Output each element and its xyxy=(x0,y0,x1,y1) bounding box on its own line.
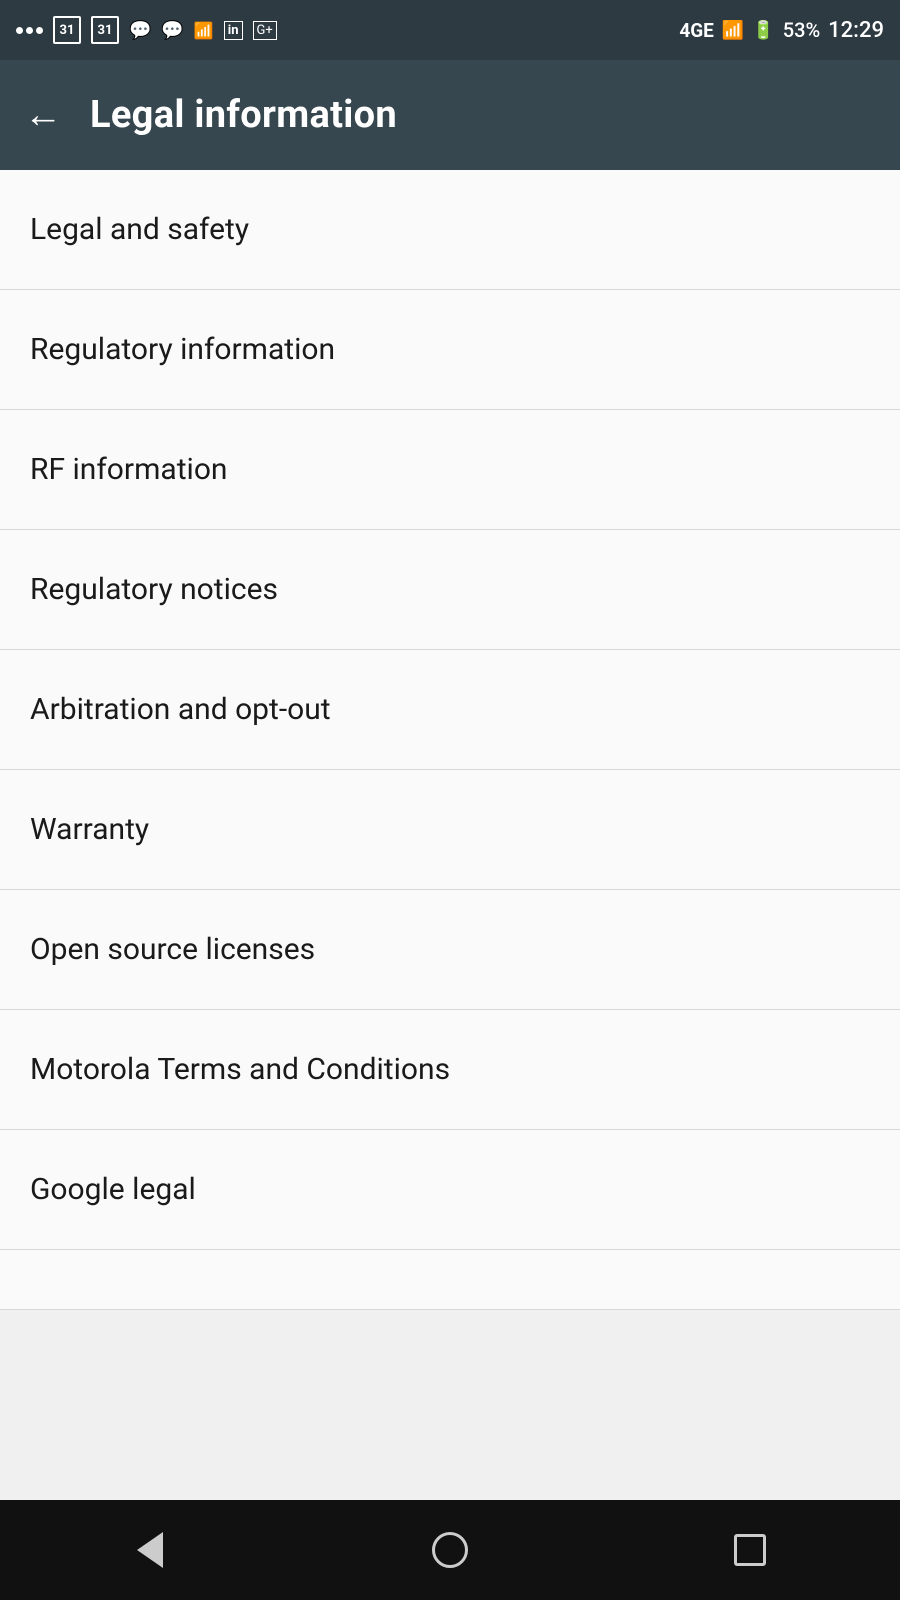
calendar-icon-1: 31 xyxy=(53,16,81,44)
list-item-partial[interactable] xyxy=(0,1250,900,1310)
recents-nav-button[interactable] xyxy=(710,1520,790,1580)
list-item-label: Regulatory notices xyxy=(30,572,278,607)
status-bar-left-icons: 31 31 💬 💬 📶 in G+ xyxy=(16,16,277,44)
list-item[interactable]: Regulatory notices xyxy=(0,530,900,650)
recents-nav-icon xyxy=(734,1534,766,1566)
signal-icon: 📶 xyxy=(722,20,744,41)
list-item-label: RF information xyxy=(30,452,228,487)
speech-icon-2: 💬 xyxy=(161,20,183,41)
list-item[interactable]: Warranty xyxy=(0,770,900,890)
back-nav-icon xyxy=(137,1532,163,1568)
battery-icon: 🔋 xyxy=(752,20,774,41)
list-item[interactable]: Open source licenses xyxy=(0,890,900,1010)
speech-icon-1: 💬 xyxy=(129,20,151,41)
time-label: 12:29 xyxy=(828,18,884,43)
home-nav-button[interactable] xyxy=(410,1520,490,1580)
list-item[interactable]: Legal and safety xyxy=(0,170,900,290)
status-bar: 31 31 💬 💬 📶 in G+ 4GE 📶 🔋 53% 12:29 xyxy=(0,0,900,60)
list-item-label: Regulatory information xyxy=(30,332,335,367)
list-item[interactable]: Google legal xyxy=(0,1130,900,1250)
menu-icon xyxy=(16,27,43,34)
list-item[interactable]: RF information xyxy=(0,410,900,530)
navigation-bar xyxy=(0,1500,900,1600)
linkedin-icon: in xyxy=(224,21,243,40)
home-nav-icon xyxy=(432,1532,468,1568)
app-bar: ← Legal information xyxy=(0,60,900,170)
list-item[interactable]: Regulatory information xyxy=(0,290,900,410)
list-item-label: Warranty xyxy=(30,812,149,847)
calendar-icon-2: 31 xyxy=(91,16,119,44)
battery-percent-label: 53% xyxy=(783,18,820,42)
list-item-label: Legal and safety xyxy=(30,212,249,247)
network-type-label: 4GE xyxy=(679,19,714,42)
list-item-label: Google legal xyxy=(30,1172,196,1207)
list-item-label: Open source licenses xyxy=(30,932,315,967)
wifi-icon: 📶 xyxy=(194,21,214,40)
extra-icon: G+ xyxy=(253,21,277,40)
menu-list: Legal and safety Regulatory information … xyxy=(0,170,900,1310)
list-item-label: Arbitration and opt-out xyxy=(30,692,331,727)
list-item[interactable]: Motorola Terms and Conditions xyxy=(0,1010,900,1130)
back-button[interactable]: ← xyxy=(24,96,62,134)
back-nav-button[interactable] xyxy=(110,1520,190,1580)
list-item[interactable]: Arbitration and opt-out xyxy=(0,650,900,770)
list-item-label: Motorola Terms and Conditions xyxy=(30,1052,450,1087)
status-bar-right-icons: 4GE 📶 🔋 53% 12:29 xyxy=(679,18,884,43)
page-title: Legal information xyxy=(90,93,397,137)
